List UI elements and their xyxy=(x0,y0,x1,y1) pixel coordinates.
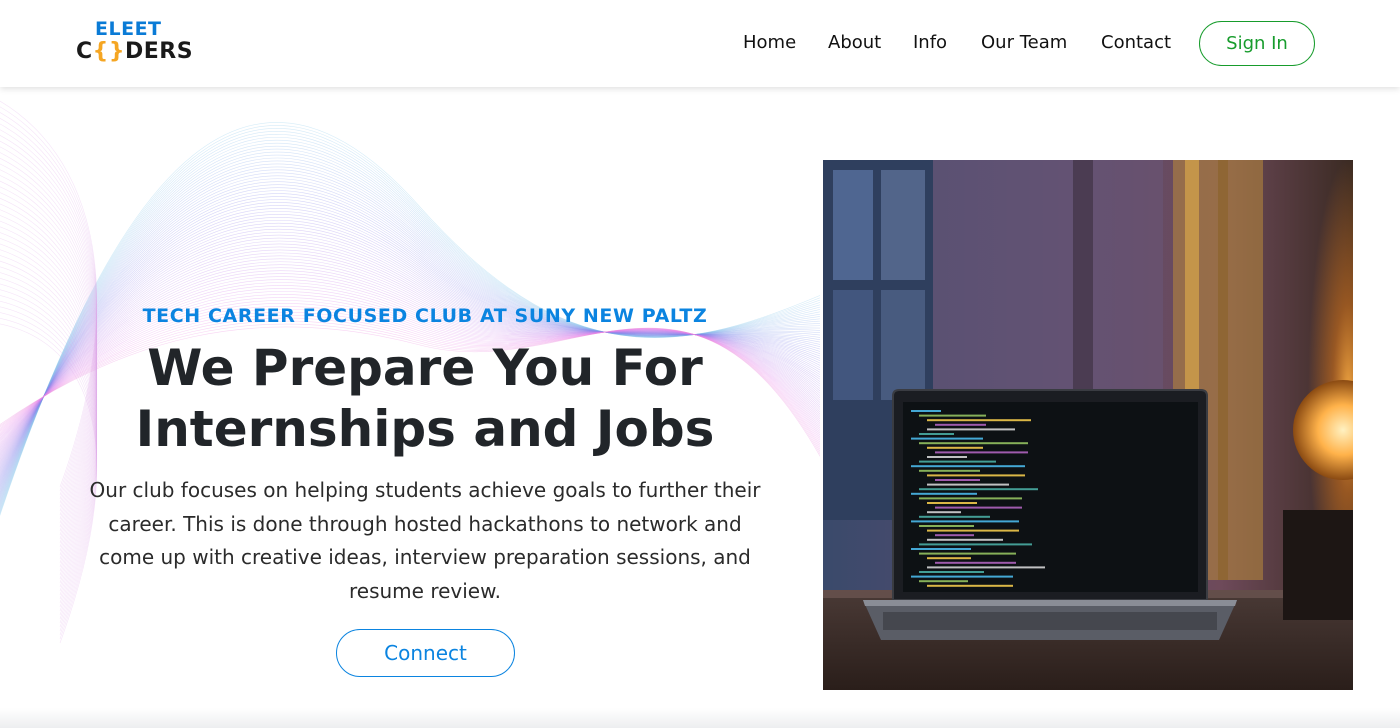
nav-info[interactable]: Info xyxy=(913,29,947,57)
logo-letter: C xyxy=(76,39,93,64)
site-header: ELEET C{}DERS Home About Info Our Team C… xyxy=(0,0,1400,87)
nav-about[interactable]: About xyxy=(828,29,881,57)
headline-line-1: We Prepare You For xyxy=(147,339,703,397)
logo-brace-icon: {} xyxy=(92,39,125,64)
logo-top-text: ELEET xyxy=(95,18,162,40)
hero-eyebrow: TECH CAREER FOCUSED CLUB AT SUNY NEW PAL… xyxy=(142,305,708,327)
nav-contact[interactable]: Contact xyxy=(1101,29,1171,57)
nav-home[interactable]: Home xyxy=(743,29,796,57)
eleet-coders-logo[interactable]: ELEET C{}DERS xyxy=(76,18,193,66)
hero-headline: We Prepare You For Internships and Jobs xyxy=(0,338,850,460)
laptop-code-photo xyxy=(823,160,1353,690)
hero-description: Our club focuses on helping students ach… xyxy=(89,478,761,603)
nav-our-team[interactable]: Our Team xyxy=(981,29,1067,57)
logo-bottom-text: C{}DERS xyxy=(76,39,193,65)
sign-in-button[interactable]: Sign In xyxy=(1199,21,1315,66)
section-divider-shade xyxy=(0,708,1400,728)
connect-button[interactable]: Connect xyxy=(336,629,515,677)
headline-line-2: Internships and Jobs xyxy=(135,400,715,458)
logo-letters: DERS xyxy=(124,39,194,64)
